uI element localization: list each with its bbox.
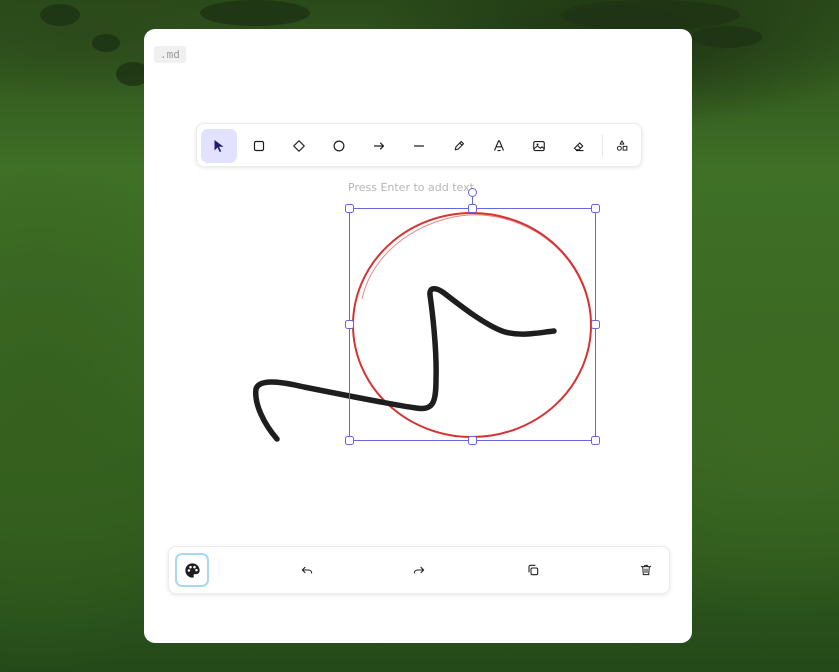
tree-decoration [40,4,80,26]
resize-handle-ne[interactable] [591,204,600,213]
resize-handle-nw[interactable] [345,204,354,213]
resize-handle-sw[interactable] [345,436,354,445]
redo-button[interactable] [402,553,436,587]
duplicate-icon [528,564,539,576]
resize-handle-se[interactable] [591,436,600,445]
palette-button[interactable] [175,553,209,587]
resize-handle-w[interactable] [345,320,354,329]
trash-icon [640,564,652,576]
palette-icon [184,562,200,578]
resize-handle-s[interactable] [468,436,477,445]
action-bar [168,546,670,594]
rotation-handle[interactable] [468,188,477,197]
redo-icon [413,566,425,574]
tree-decoration [200,0,310,26]
undo-icon [301,566,313,574]
tree-decoration [92,34,120,52]
editor-card: .md Press Enter to add text [144,29,692,643]
duplicate-button[interactable] [516,553,550,587]
resize-handle-e[interactable] [591,320,600,329]
tree-decoration [560,0,740,30]
resize-handle-n[interactable] [468,204,477,213]
undo-button[interactable] [290,553,324,587]
tree-decoration [692,26,762,48]
drawn-circle-roughness [361,214,592,320]
delete-button[interactable] [629,553,663,587]
